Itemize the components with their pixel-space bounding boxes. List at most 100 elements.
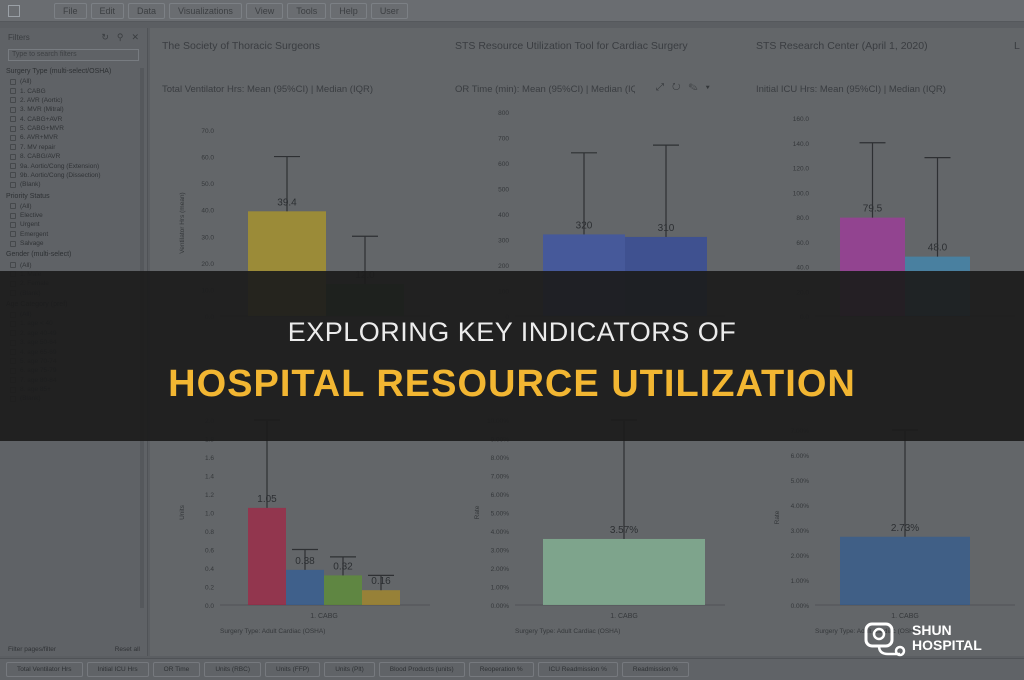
checkbox[interactable] bbox=[10, 106, 16, 113]
checkbox[interactable] bbox=[10, 231, 16, 238]
menu-tools[interactable]: Tools bbox=[287, 2, 327, 19]
pin-icon[interactable]: ⚲ bbox=[117, 32, 124, 43]
filter-group-label: Gender (multi-select) bbox=[6, 251, 72, 259]
filter-option[interactable]: 9a. Aortic/Cong (Extension) bbox=[0, 161, 147, 170]
data-label: 0.32 bbox=[333, 561, 353, 572]
refresh-chart-icon[interactable]: ↻ bbox=[672, 82, 688, 93]
menu-user[interactable]: User bbox=[370, 2, 408, 19]
y-tick-label: 0.8 bbox=[205, 529, 214, 536]
checkbox[interactable] bbox=[10, 125, 16, 132]
filter-option[interactable]: (All) bbox=[0, 77, 147, 86]
filter-option[interactable]: 1. CABG bbox=[0, 86, 147, 95]
filter-option[interactable]: 9b. Aortic/Cong (Dissection) bbox=[0, 171, 147, 180]
checkbox[interactable] bbox=[10, 212, 16, 219]
y-tick-label: 3.00% bbox=[491, 548, 510, 555]
y-tick-label: 1.6 bbox=[205, 455, 214, 462]
checkbox[interactable] bbox=[10, 116, 16, 123]
filter-search-input[interactable]: Type to search filters bbox=[8, 49, 139, 61]
reset-all-link[interactable]: Reset all bbox=[115, 646, 140, 653]
checkbox[interactable] bbox=[10, 221, 16, 228]
y-tick-label: 30.0 bbox=[201, 234, 214, 241]
y-tick-label: 40.0 bbox=[201, 208, 214, 215]
y-tick-label: 1.4 bbox=[205, 474, 214, 481]
sheet-tab[interactable]: Reoperation % bbox=[468, 662, 534, 677]
filter-option[interactable]: Salvage bbox=[0, 239, 147, 248]
chart-title-icu: Initial ICU Hrs: Mean (95%CI) | Median (… bbox=[756, 84, 946, 95]
filter-option[interactable]: (Blank) bbox=[0, 180, 147, 189]
menu-visualizations[interactable]: Visualizations bbox=[169, 2, 242, 19]
y-tick-label: 0.4 bbox=[205, 566, 214, 573]
sheet-tab[interactable]: Total Ventilator Hrs bbox=[6, 662, 83, 677]
sheet-tab[interactable]: Initial ICU Hrs bbox=[86, 662, 149, 677]
checkbox[interactable] bbox=[10, 203, 16, 210]
data-label: 39.4 bbox=[277, 197, 297, 208]
filter-option-label: 1. CABG bbox=[20, 87, 46, 95]
filter-option-label: Salvage bbox=[20, 240, 44, 248]
data-label: 0.16 bbox=[371, 576, 391, 587]
checkbox[interactable] bbox=[10, 181, 16, 188]
filter-option[interactable]: 6. AVR+MVR bbox=[0, 133, 147, 142]
checkbox[interactable] bbox=[10, 163, 16, 170]
checkbox[interactable] bbox=[10, 97, 16, 104]
menu-view[interactable]: View bbox=[245, 2, 284, 19]
chart-units: 0.00.20.40.60.81.01.21.41.61.82.0Units1.… bbox=[160, 418, 440, 650]
filter-option[interactable]: (All) bbox=[0, 202, 147, 211]
filter-option-label: (All) bbox=[20, 261, 32, 269]
app-window: { "menu": ["File","Edit","Data","Visuali… bbox=[0, 0, 1024, 680]
checkbox[interactable] bbox=[10, 134, 16, 141]
y-tick-label: 160.0 bbox=[793, 116, 810, 123]
sheet-tab[interactable]: Blood Products (units) bbox=[378, 662, 465, 677]
menu-file[interactable]: File bbox=[54, 2, 87, 19]
chart-title-or-time: OR Time (min): Mean (95%CI) | Median (IQ… bbox=[455, 84, 635, 95]
y-axis-label: Rate bbox=[474, 505, 481, 519]
menu-data[interactable]: Data bbox=[128, 2, 166, 19]
filter-option[interactable]: 4. CABG+AVR bbox=[0, 115, 147, 124]
filter-option[interactable]: 2. AVR (Aortic) bbox=[0, 96, 147, 105]
menu-edit[interactable]: Edit bbox=[90, 2, 125, 19]
y-tick-label: 1.0 bbox=[205, 511, 214, 518]
y-tick-label: 300 bbox=[498, 238, 509, 245]
data-label: 1.05 bbox=[257, 494, 277, 505]
filter-option-label: 9a. Aortic/Cong (Extension) bbox=[20, 162, 100, 170]
chart-title-ventilator: Total Ventilator Hrs: Mean (95%CI) | Med… bbox=[162, 84, 374, 95]
filter-pages-link[interactable]: Filter pages/filter bbox=[8, 646, 56, 653]
filters-title: Filters bbox=[8, 33, 30, 42]
filter-option[interactable]: Urgent bbox=[0, 220, 147, 229]
sheet-tab[interactable]: Units (FFP) bbox=[264, 662, 321, 677]
expand-icon[interactable]: ⤢ bbox=[656, 82, 672, 93]
checkbox[interactable] bbox=[10, 144, 16, 151]
checkbox[interactable] bbox=[10, 240, 16, 247]
data-label: 2.73% bbox=[891, 523, 919, 534]
refresh-icon[interactable]: ↻ bbox=[101, 32, 109, 43]
sheet-tab[interactable]: Readmission % bbox=[621, 662, 690, 677]
filter-option[interactable]: 8. CABG/AVR bbox=[0, 152, 147, 161]
filter-option[interactable]: 5. CABG+MVR bbox=[0, 124, 147, 133]
filter-option[interactable]: Emergent bbox=[0, 230, 147, 239]
checkbox[interactable] bbox=[10, 172, 16, 179]
y-axis-label: Units bbox=[179, 504, 186, 520]
sheet-tab[interactable]: ICU Readmission % bbox=[537, 662, 618, 677]
filter-option-label: Urgent bbox=[20, 221, 40, 229]
y-tick-label: 140.0 bbox=[793, 141, 810, 148]
y-tick-label: 60.0 bbox=[796, 240, 809, 247]
filter-option[interactable]: (All) bbox=[0, 260, 147, 269]
edit-icon[interactable]: ✎ bbox=[688, 82, 705, 93]
y-tick-label: 6.00% bbox=[791, 453, 810, 460]
checkbox[interactable] bbox=[10, 262, 16, 269]
checkbox[interactable] bbox=[10, 78, 16, 85]
sheet-tab[interactable]: OR Time bbox=[152, 662, 201, 677]
filter-option[interactable]: 3. MVR (Mitral) bbox=[0, 105, 147, 114]
filter-option[interactable]: 7. MV repair bbox=[0, 143, 147, 152]
y-tick-label: 600 bbox=[498, 161, 509, 168]
y-axis-label: Ventilator Hrs (mean) bbox=[179, 192, 186, 253]
filter-option-label: 4. CABG+AVR bbox=[20, 115, 63, 123]
menu-help[interactable]: Help bbox=[330, 2, 367, 19]
sheet-tab-bar: Total Ventilator Hrs Initial ICU Hrs OR Ti… bbox=[0, 658, 1024, 680]
sheet-tab[interactable]: Units (Plt) bbox=[324, 662, 375, 677]
filter-option[interactable]: Elective bbox=[0, 211, 147, 220]
close-icon[interactable]: ✕ bbox=[131, 32, 139, 43]
sheet-tab[interactable]: Units (RBC) bbox=[204, 662, 261, 677]
checkbox[interactable] bbox=[10, 153, 16, 160]
checkbox[interactable] bbox=[10, 88, 16, 95]
chevron-down-icon[interactable]: ▾ bbox=[706, 82, 718, 93]
